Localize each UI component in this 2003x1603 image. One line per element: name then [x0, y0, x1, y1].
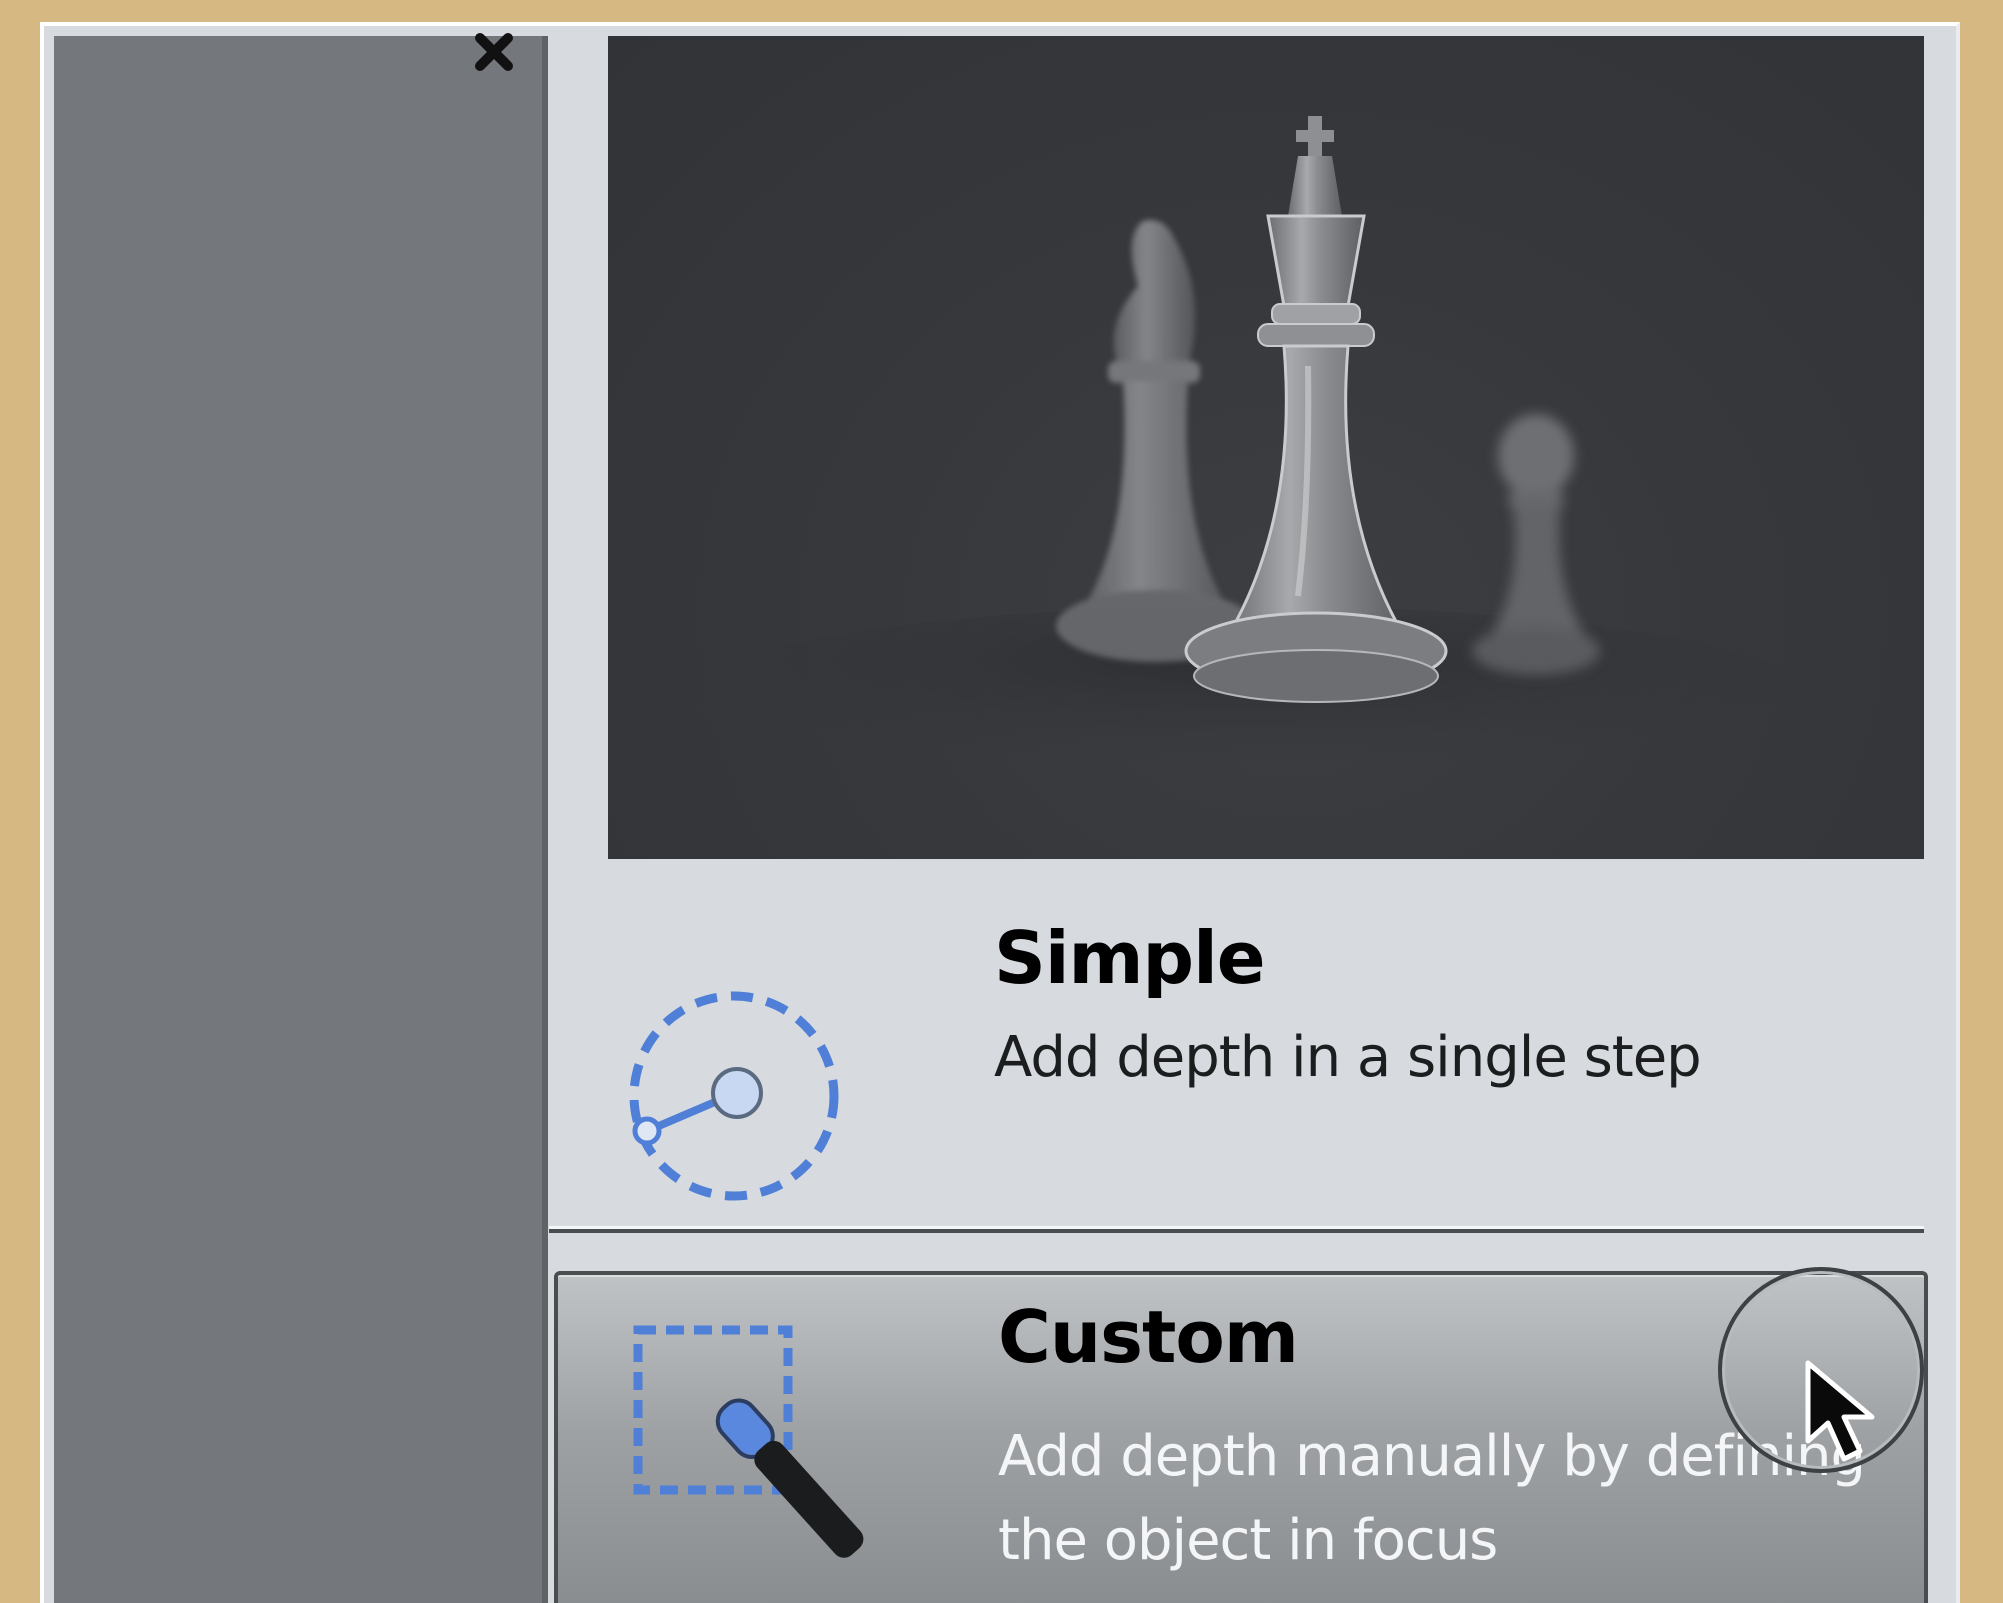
- option-custom[interactable]: Custom Add depth manually by defining th…: [554, 1267, 1928, 1603]
- divider: [549, 1229, 1924, 1233]
- close-icon[interactable]: [464, 22, 524, 82]
- mouse-pointer-icon: [1805, 1360, 1875, 1462]
- option-simple[interactable]: Simple Add depth in a single step: [549, 886, 1956, 1226]
- chess-pieces-image: [688, 116, 1808, 786]
- option-custom-title: Custom: [998, 1295, 1299, 1379]
- circle-radius-icon: [629, 991, 839, 1201]
- selection-brush-icon: [633, 1325, 864, 1558]
- sidebar-panel: [54, 33, 548, 1603]
- preview-image: [608, 36, 1924, 859]
- option-simple-description: Add depth in a single step: [994, 1025, 1702, 1090]
- option-simple-title: Simple: [994, 916, 1266, 1000]
- app-window: Simple Add depth in a single step Custom…: [40, 22, 1960, 1603]
